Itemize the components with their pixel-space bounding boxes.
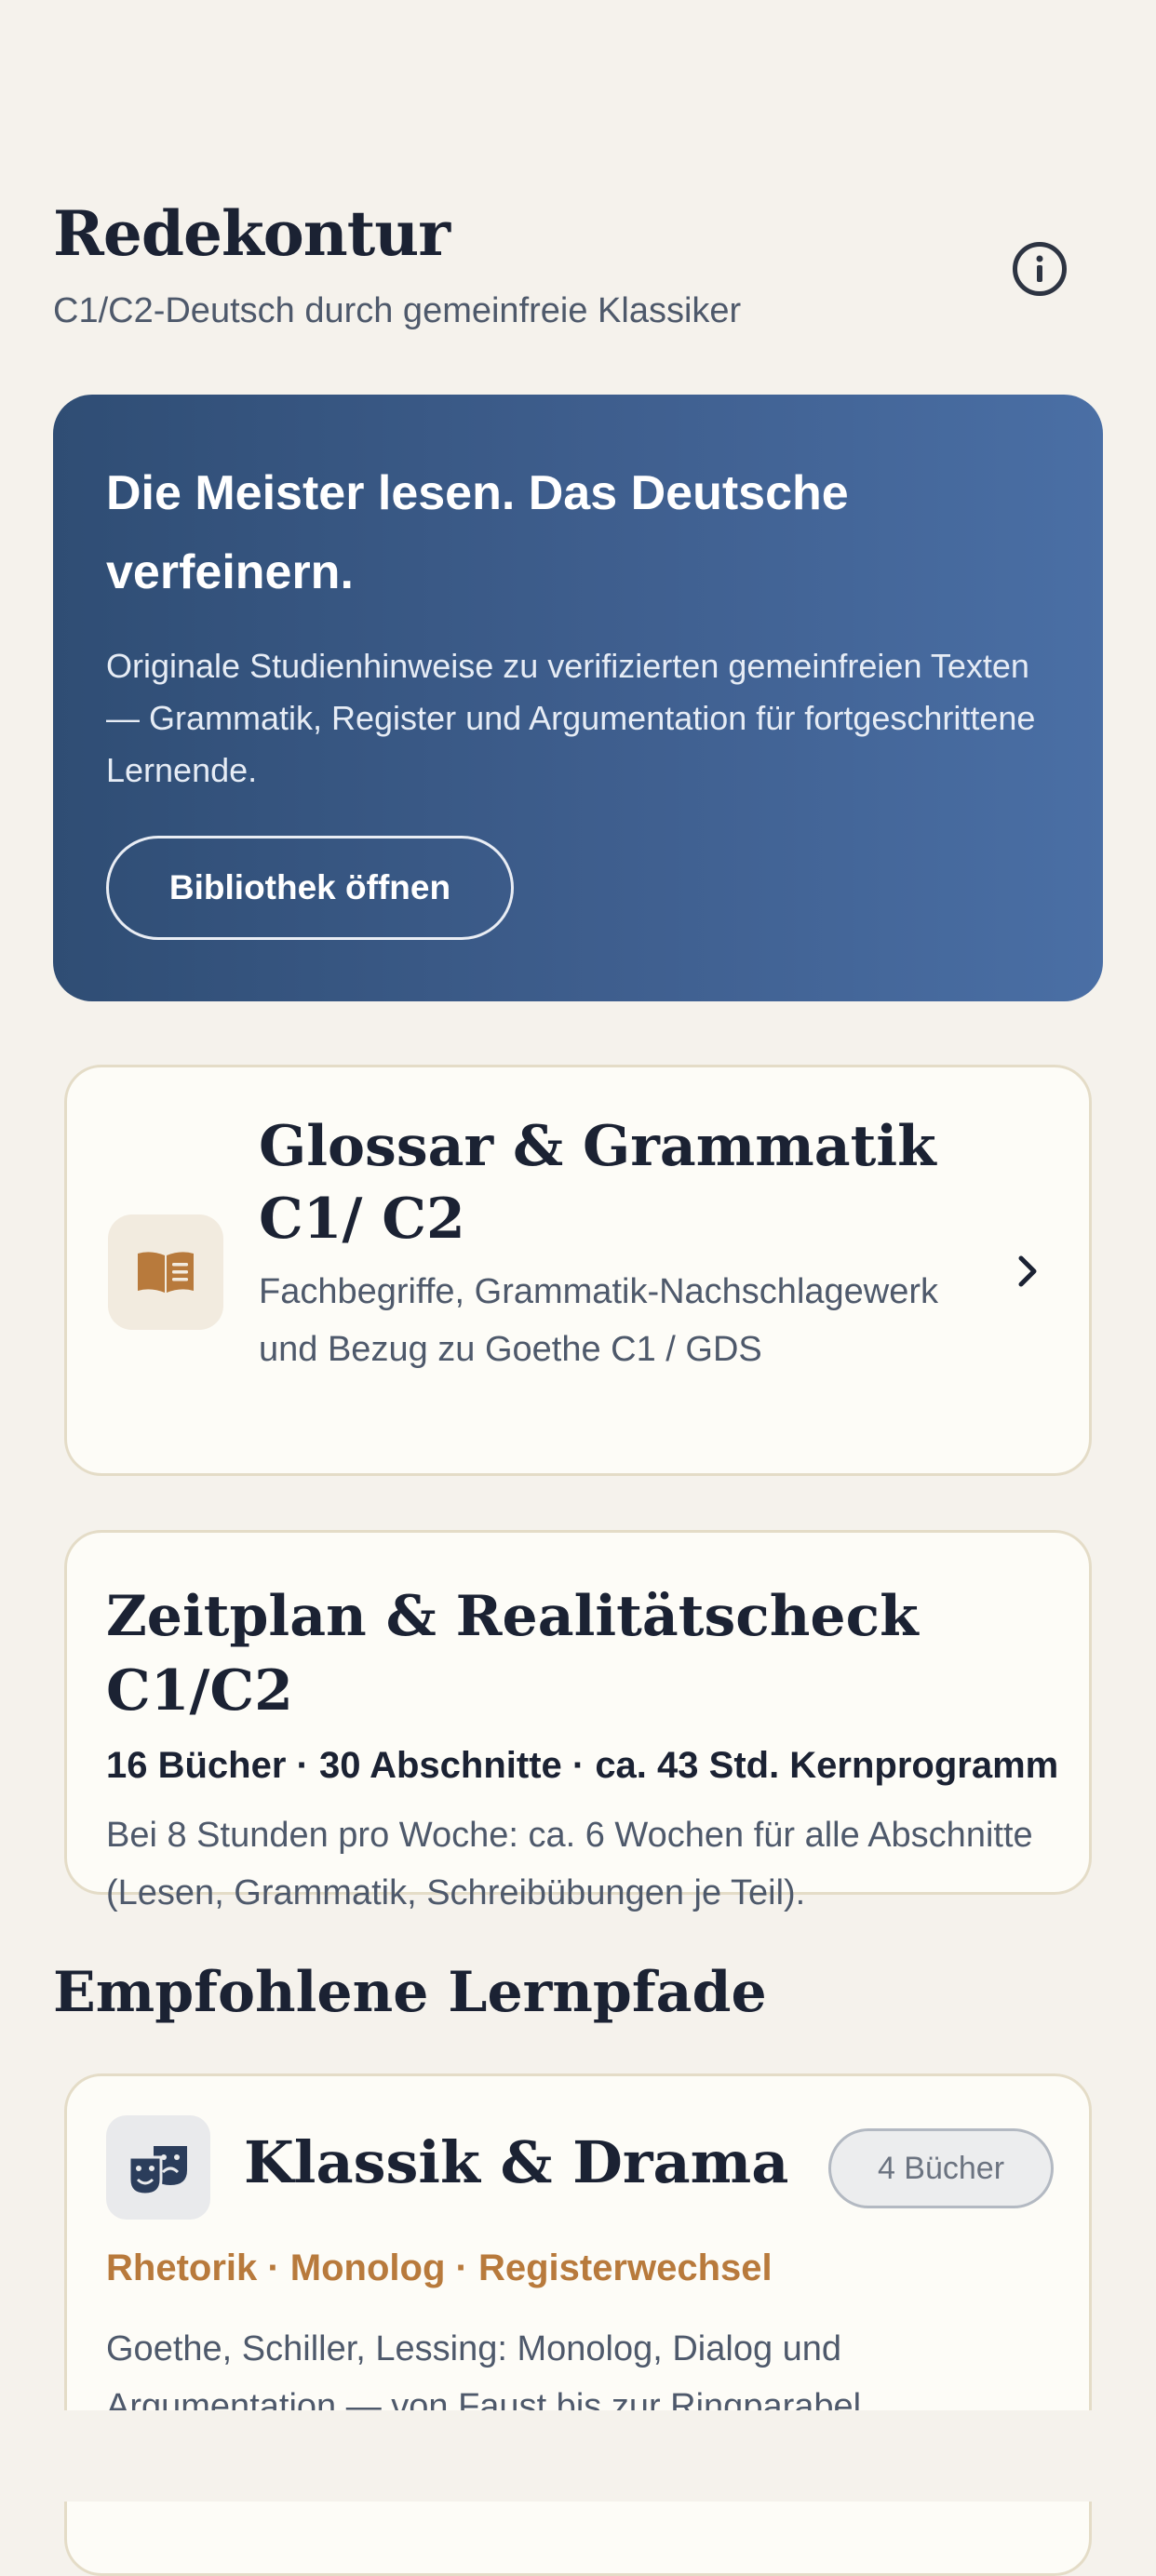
glossar-title: Glossar & Grammatik C1/ C2 bbox=[259, 1114, 936, 1252]
learning-path-title: Klassik & Drama bbox=[244, 2128, 789, 2196]
hero-title: Die Meister lesen. Das Deutsche verfeine… bbox=[106, 466, 849, 599]
zeitplan-stats: 16 Bücher · 30 Abschnitte · ca. 43 Std. … bbox=[106, 1745, 1059, 1786]
glossar-card[interactable]: Glossar & Grammatik C1/ C2 Fachbegriffe,… bbox=[64, 1065, 1092, 1476]
chevron-right-icon bbox=[1007, 1251, 1048, 1292]
hero-banner: Die Meister lesen. Das Deutsche verfeine… bbox=[53, 395, 1103, 1001]
book-count-badge: 4 Bücher bbox=[828, 2128, 1054, 2208]
hero-text: Originale Studienhinweise zu verifiziert… bbox=[106, 647, 1036, 789]
app-title: Redekontur bbox=[53, 197, 450, 270]
learning-path-tags: Rhetorik · Monolog · Registerwechsel bbox=[106, 2247, 773, 2288]
info-button[interactable] bbox=[1013, 242, 1067, 296]
open-library-button[interactable]: Bibliothek öffnen bbox=[106, 836, 514, 940]
theater-masks-icon bbox=[106, 2115, 210, 2220]
bottom-edge bbox=[0, 2410, 1156, 2502]
glossar-description: Fachbegriffe, Grammatik-Nachschlagewerk … bbox=[259, 1272, 939, 1369]
zeitplan-card: Zeitplan & Realitätscheck C1/C2 16 Büche… bbox=[64, 1530, 1092, 1912]
section-heading: Empfohlene Lernpfade bbox=[53, 1960, 767, 2025]
app-subtitle: C1/C2-Deutsch durch gemeinfreie Klassike… bbox=[53, 291, 742, 330]
info-icon bbox=[1036, 255, 1043, 282]
zeitplan-title: Zeitplan & Realitätscheck C1/C2 bbox=[106, 1584, 919, 1724]
zeitplan-description: Bei 8 Stunden pro Woche: ca. 6 Wochen fü… bbox=[106, 1816, 1033, 1912]
book-icon bbox=[108, 1214, 223, 1330]
